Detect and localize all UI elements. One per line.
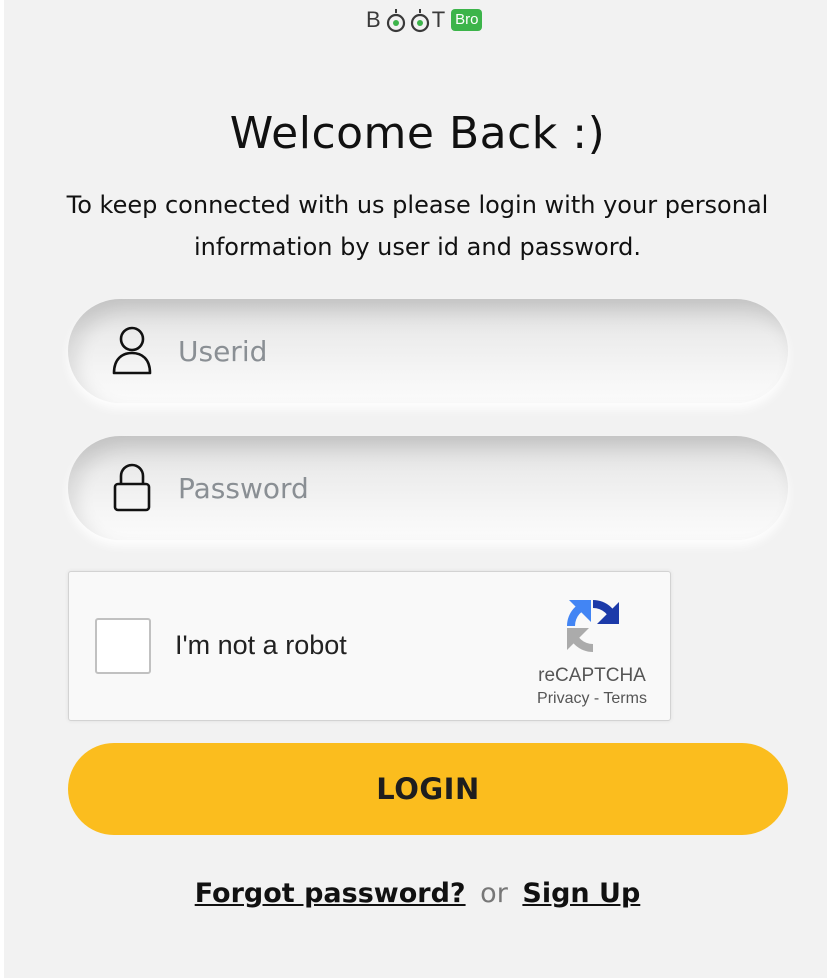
userid-field[interactable] xyxy=(68,299,788,403)
recaptcha-brand: reCAPTCHA xyxy=(538,665,646,686)
robot-eye-icon xyxy=(409,9,431,33)
robot-eye-icon xyxy=(385,9,407,33)
page-subtitle: To keep connected with us please login w… xyxy=(66,191,769,261)
user-icon xyxy=(110,325,154,377)
logo-wordmark: B T xyxy=(366,7,448,33)
logo-letter-b: B xyxy=(366,7,384,32)
password-field[interactable] xyxy=(68,436,788,540)
sign-up-link[interactable]: Sign Up xyxy=(522,878,640,909)
recaptcha-terms-link[interactable]: Terms xyxy=(603,690,647,707)
recaptcha-widget: I'm not a robot reCAPTCHA Privacy - Term… xyxy=(68,571,671,721)
recaptcha-label: I'm not a robot xyxy=(175,630,347,660)
lock-icon xyxy=(110,462,154,514)
recaptcha-checkbox[interactable] xyxy=(95,618,151,674)
login-button[interactable]: LOGIN xyxy=(68,743,788,835)
forgot-password-link[interactable]: Forgot password? xyxy=(195,878,466,909)
password-input[interactable] xyxy=(178,460,738,516)
recaptcha-separator: - xyxy=(593,690,600,707)
login-page: B T Bro Welcome Back :) To keep connecte… xyxy=(4,0,827,978)
page-title: Welcome Back :) xyxy=(229,108,606,159)
logo-letter-t: T xyxy=(431,7,449,32)
logo-badge: Bro xyxy=(451,9,483,31)
userid-input[interactable] xyxy=(178,323,738,379)
recaptcha-links: Privacy - Terms xyxy=(521,690,663,708)
bootbro-logo: B T Bro xyxy=(366,7,483,33)
footer-links: Forgot password? or Sign Up xyxy=(4,878,827,909)
recaptcha-logo-icon xyxy=(561,594,625,658)
recaptcha-privacy-link[interactable]: Privacy xyxy=(537,690,589,707)
or-separator: or xyxy=(480,878,508,909)
